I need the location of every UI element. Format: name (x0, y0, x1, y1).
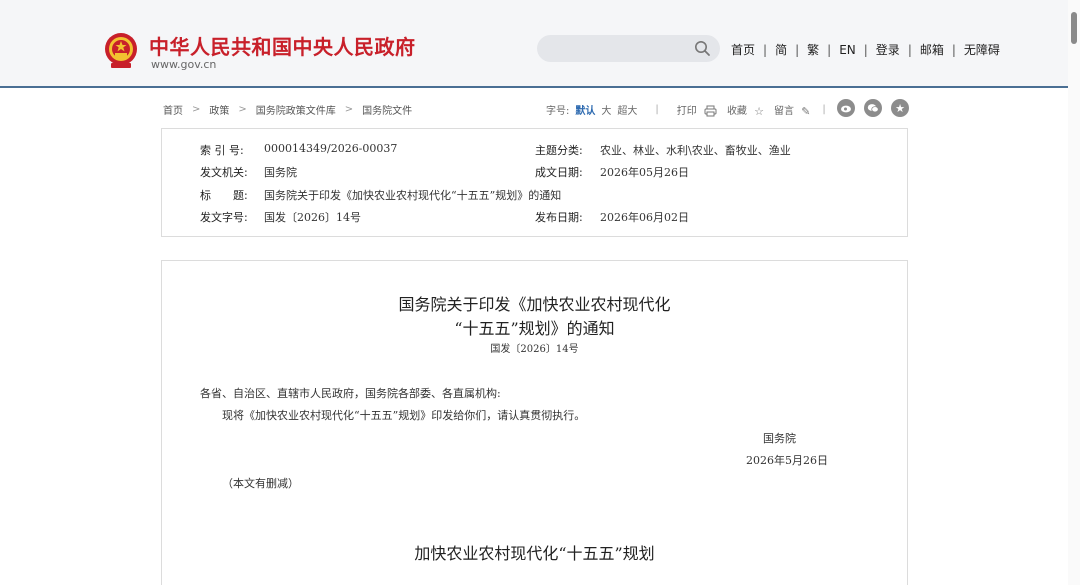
breadcrumb: 首页 > 政策 > 国务院政策文件库 > 国务院文件 (163, 102, 412, 117)
favorite-button[interactable]: 收藏 ☆ (727, 102, 764, 118)
pencil-icon: ✎ (801, 104, 811, 118)
search-input[interactable] (537, 35, 720, 62)
article-title-line2: “十五五”规划》的通知 (454, 319, 615, 338)
divider: | (763, 42, 768, 57)
publish-date-label: 发布日期: (535, 211, 583, 224)
issuer-label: 发文机关: (200, 166, 248, 179)
breadcrumb-policy[interactable]: 政策 (209, 102, 229, 117)
divider: | (907, 42, 912, 57)
favorite-share-button[interactable]: ★ (891, 99, 909, 117)
divider: | (795, 42, 800, 57)
print-label: 打印 (676, 106, 697, 118)
made-date-label: 成文日期: (535, 166, 583, 179)
breadcrumb-state-council-docs[interactable]: 国务院文件 (362, 102, 412, 117)
nav-simplified[interactable]: 简 (775, 41, 787, 58)
font-size-xlarge[interactable]: 超大 (617, 102, 637, 117)
article-doc-number: 国发〔2026〕14号 (490, 344, 579, 355)
body-paragraph: 现将《加快农业农村现代化“十五五”规划》印发给你们，请认真贯彻执行。 (222, 409, 586, 422)
article-tools: 字号: 默认 大 超大 | 打印 收藏 ☆ 留言 ✎ | (546, 102, 826, 118)
chevron-right-icon: > (192, 104, 201, 115)
comment-label: 留言 (774, 106, 794, 117)
made-date-value: 2026年05月26日 (600, 166, 689, 179)
signer: 国务院 (763, 432, 796, 445)
chevron-right-icon: > (344, 104, 354, 115)
nav-english[interactable]: EN (839, 43, 856, 57)
index-value: 000014349/2026-00037 (264, 142, 398, 155)
topic-value: 农业、林业、水利\农业、畜牧业、渔业 (600, 144, 791, 157)
nav-traditional[interactable]: 繁 (807, 41, 819, 58)
nav-accessibility[interactable]: 无障碍 (964, 41, 1000, 58)
favorite-label: 收藏 (726, 106, 747, 117)
font-size-label: 字号: (546, 106, 570, 118)
divider: | (951, 42, 956, 57)
site-title[interactable]: 中华人民共和国中央人民政府 (149, 31, 416, 60)
printer-icon (704, 105, 717, 117)
weibo-icon (841, 105, 851, 113)
chevron-right-icon: > (238, 104, 247, 115)
title-label: 标 题: (200, 189, 248, 202)
star-icon: ☆ (754, 104, 764, 118)
doc-number-value: 国发〔2026〕14号 (264, 211, 361, 224)
scrollbar[interactable] (1068, 0, 1080, 585)
divider: | (863, 42, 868, 57)
article-body: 国务院关于印发《加快农业农村现代化 “十五五”规划》的通知 国发〔2026〕14… (161, 260, 908, 585)
font-size-large[interactable]: 大 (601, 102, 611, 117)
star-icon: ★ (895, 101, 905, 115)
font-size-default[interactable]: 默认 (575, 102, 595, 117)
wechat-icon (867, 104, 879, 113)
doc-number-label: 发文字号: (200, 211, 248, 224)
breadcrumb-home[interactable]: 首页 (163, 102, 183, 117)
salutation: 各省、自治区、直辖市人民政府，国务院各部委、各直属机构: (200, 387, 501, 400)
topic-label: 主题分类: (535, 144, 583, 157)
wechat-share-button[interactable] (864, 99, 882, 117)
comment-button[interactable]: 留言 ✎ (774, 102, 810, 118)
article-title-line1: 国务院关于印发《加快农业农村现代化 (398, 295, 671, 314)
top-nav: 首页 | 简 | 繁 | EN | 登录 | 邮箱 | 无障碍 (731, 41, 1000, 58)
plan-title: 加快农业农村现代化“十五五”规划 (414, 544, 655, 563)
divider: | (655, 104, 659, 116)
nav-home[interactable]: 首页 (731, 41, 755, 58)
abridged-note: （本文有删减） (222, 477, 299, 490)
weibo-share-button[interactable] (837, 99, 855, 117)
site-header: 中华人民共和国中央人民政府 www.gov.cn 首页 | 简 | 繁 | EN | 登… (0, 0, 1080, 88)
divider: | (822, 104, 826, 116)
nav-mail[interactable]: 邮箱 (920, 41, 944, 58)
issuer-value: 国务院 (264, 166, 297, 179)
breadcrumb-policy-library[interactable]: 国务院政策文件库 (256, 102, 336, 117)
divider: | (827, 42, 832, 57)
print-button[interactable]: 打印 (677, 102, 717, 117)
site-domain: www.gov.cn (151, 58, 217, 71)
signing-date: 2026年5月26日 (746, 454, 828, 467)
nav-login[interactable]: 登录 (876, 41, 900, 58)
national-emblem-icon[interactable] (103, 32, 139, 70)
scrollbar-thumb[interactable] (1071, 12, 1077, 44)
index-label: 索 引 号: (200, 144, 244, 157)
publish-date-value: 2026年06月02日 (600, 211, 689, 224)
title-value: 国务院关于印发《加快农业农村现代化“十五五”规划》的通知 (264, 189, 562, 202)
search-icon[interactable] (694, 40, 711, 57)
document-info-table: 索 引 号: 000014349/2026-00037 主题分类: 农业、林业、… (161, 128, 908, 237)
